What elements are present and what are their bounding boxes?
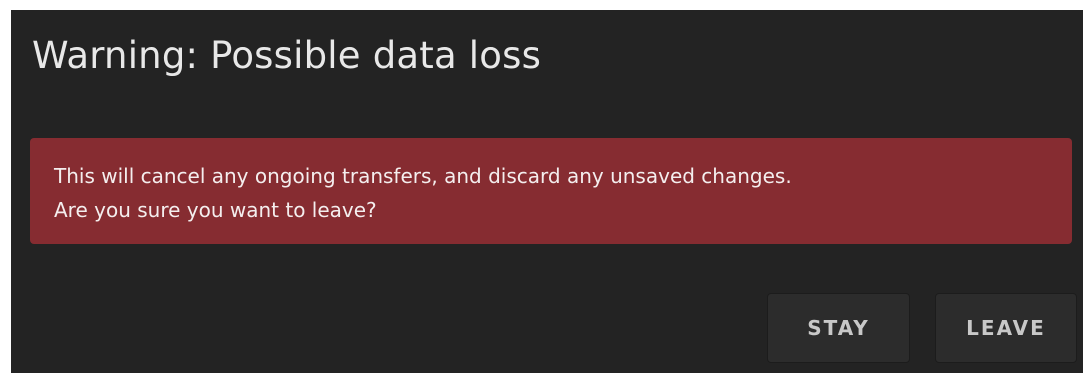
leave-button[interactable]: LEAVE	[935, 293, 1077, 363]
dialog-title: Warning: Possible data loss	[32, 34, 542, 77]
alert-message-line-2: Are you sure you want to leave?	[54, 198, 377, 222]
warning-alert: This will cancel any ongoing transfers, …	[30, 138, 1072, 244]
stay-button[interactable]: STAY	[767, 293, 910, 363]
alert-message-line-1: This will cancel any ongoing transfers, …	[54, 164, 792, 188]
warning-dialog: Warning: Possible data loss This will ca…	[11, 10, 1083, 373]
